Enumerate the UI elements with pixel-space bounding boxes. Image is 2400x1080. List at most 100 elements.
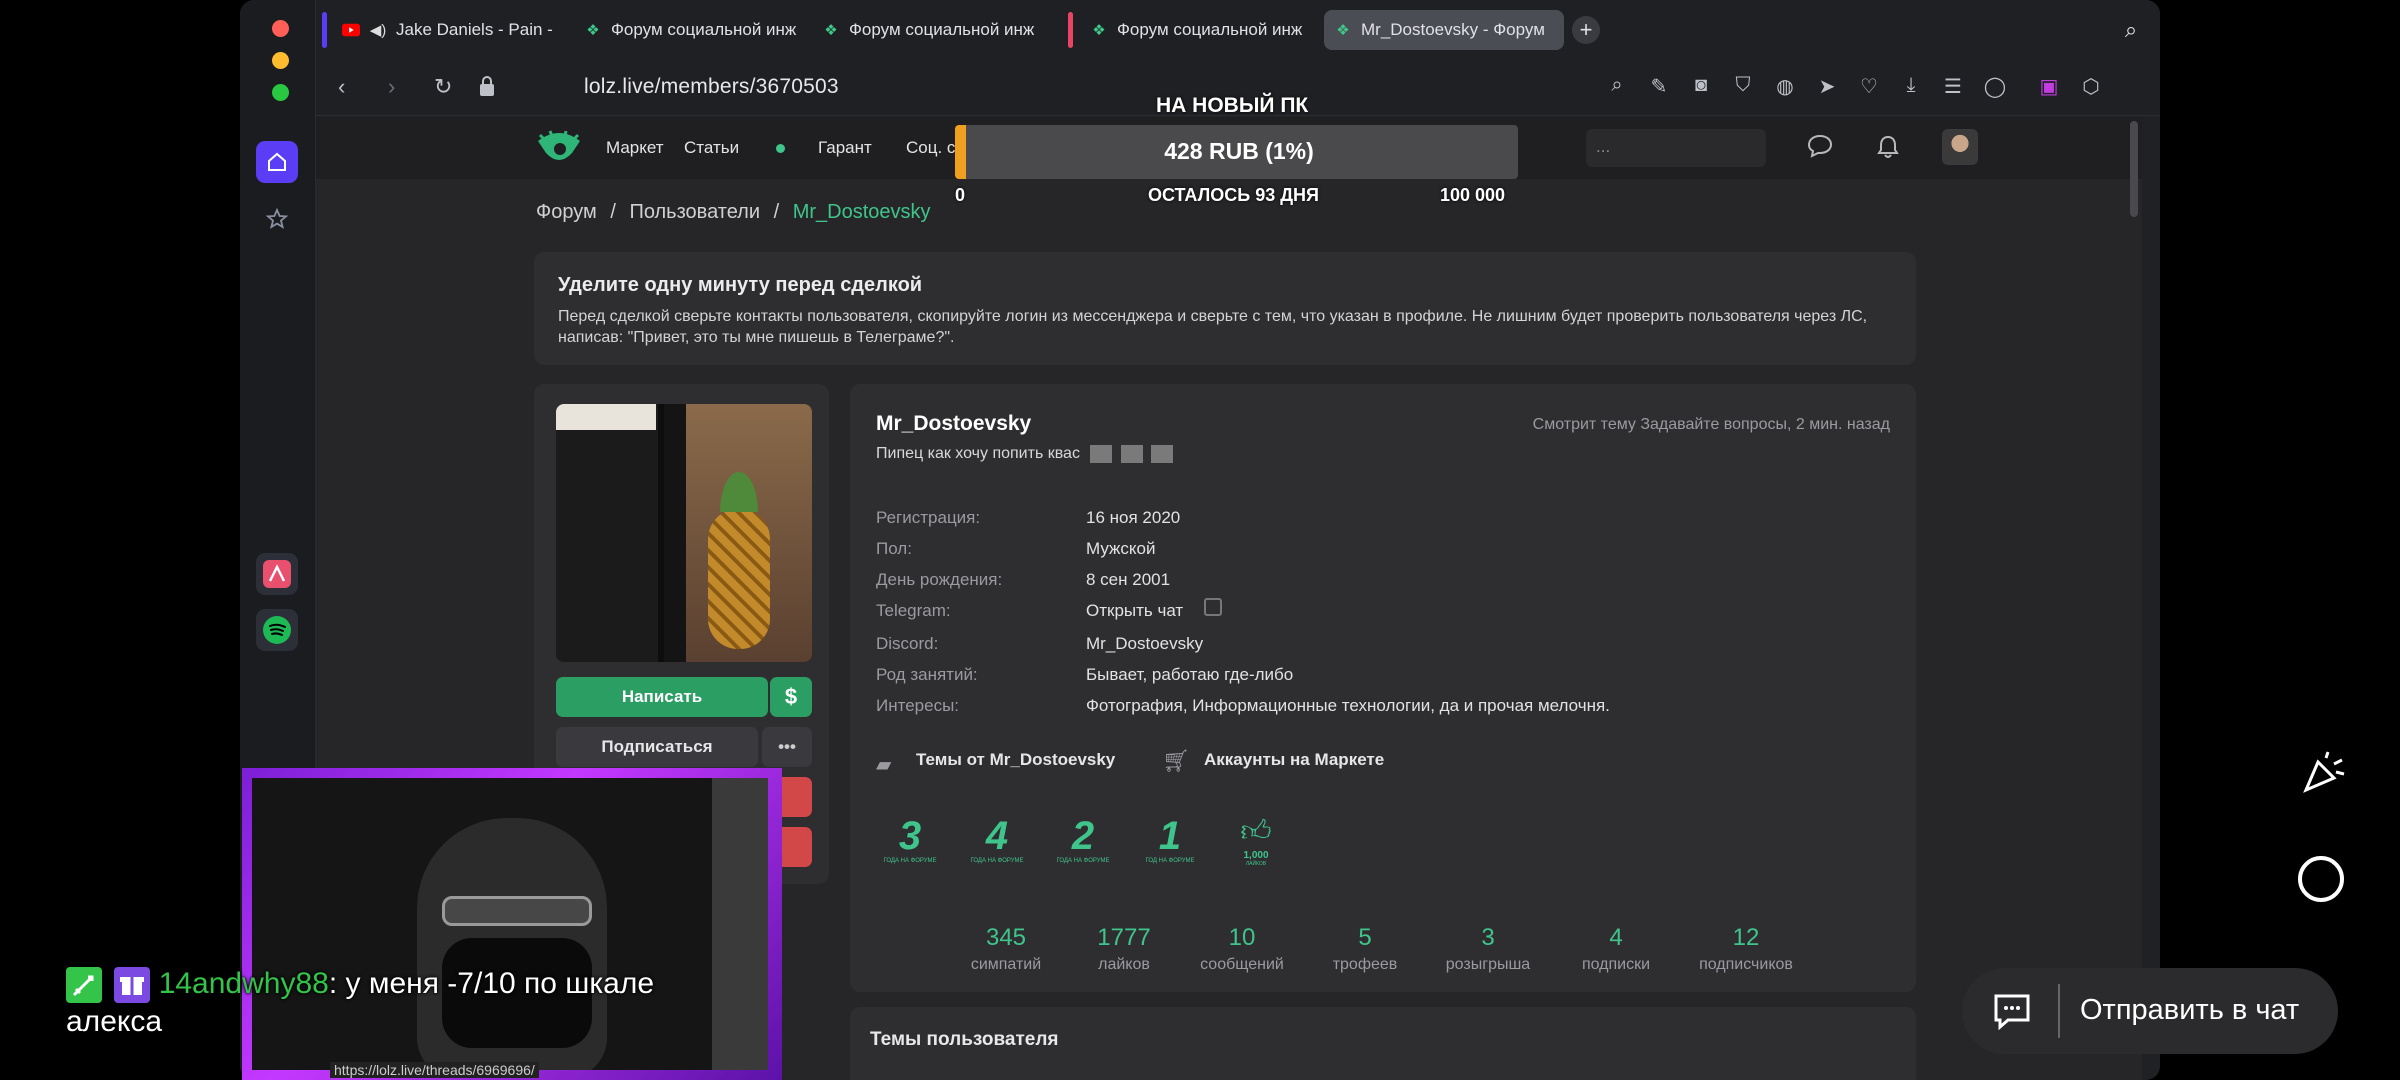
minimize-window-button[interactable] [272,52,289,69]
back-icon[interactable]: ‹ [338,74,345,100]
tab-youtube[interactable]: ◀) Jake Daniels - Pain - [332,10,572,50]
extension-icon[interactable]: ▣ [2036,74,2062,100]
breadcrumb-current[interactable]: Mr_Dostoevsky [793,201,931,223]
info-label: Discord: [876,634,939,653]
lolz-icon: ❖ [1092,22,1106,39]
breadcrumb-users[interactable]: Пользователи [629,201,760,223]
breadcrumb-forum[interactable]: Форум [536,201,597,223]
home-icon[interactable] [256,141,298,183]
market-accounts-link[interactable]: Аккаунты на Маркете [1204,750,1384,770]
info-value-occupation: Бывает, работаю где-либо [1086,665,1294,684]
favorites-icon[interactable] [256,198,298,240]
stat-label[interactable]: сообщений [1187,956,1297,974]
cart-icon: 🛒︎ [1162,748,1190,773]
trophy-badge[interactable]: 4 ГОДА НА ФОРУМЕ [967,814,1027,878]
stat-value: 4 [1609,924,1623,951]
user-topics-link[interactable]: Темы от Mr_Dostoevsky [916,750,1115,770]
dollar-icon[interactable]: $ [770,677,812,717]
info-value-interests: Фотография, Информационные технологии, д… [1086,696,1610,715]
stat-label[interactable]: симпатий [951,956,1061,974]
send-to-chat-label: Отправить в чат [2080,994,2300,1026]
stat-value: 3 [1481,924,1495,951]
spotify-icon[interactable] [256,609,298,651]
send-icon[interactable]: ➤ [1814,74,1840,100]
reload-icon[interactable]: ↻ [434,74,452,100]
chat-bubble-icon: ▰ [876,754,892,776]
url-field[interactable]: lolz.live/members/3670503 [584,75,839,99]
stat-label[interactable]: розыгрыша [1433,956,1543,974]
tab-forum-2[interactable]: ❖ Форум социальной инж [812,10,1052,50]
trophy-badge[interactable]: 1 ГОД НА ФОРУМЕ [1140,814,1200,878]
forward-icon[interactable]: › [388,74,395,100]
user-topics-card: Темы пользователя [850,1007,1916,1080]
telegram-open-chat-link[interactable]: Открыть чат [1086,601,1183,621]
search-tabs-icon[interactable]: ⌕ [2116,10,2146,50]
chat-bubble-icon[interactable] [1807,134,1833,165]
search-input[interactable]: ... [1586,129,1766,167]
stat-label[interactable]: трофеев [1310,956,1420,974]
stat-label[interactable]: лайков [1069,956,1179,974]
profile-icon[interactable]: ◯ [1982,74,2008,100]
shield-icon[interactable]: ⛉ [1730,74,1756,100]
app-shortcut-icon[interactable] [256,553,298,595]
divider [2058,984,2060,1038]
stat-label[interactable]: подписчиков [1691,956,1801,974]
heart-icon[interactable]: ♡ [1856,74,1882,100]
profile-avatar-image [556,404,812,662]
party-popper-icon[interactable] [2300,748,2348,801]
subscribe-button[interactable]: Подписаться [556,727,758,767]
trophy-badge[interactable]: 2 ГОДА НА ФОРУМЕ [1053,814,1113,878]
site-logo-icon[interactable] [536,129,582,174]
menu-icon[interactable]: ☰ [1940,74,1966,100]
info-label: Род занятий: [876,665,978,684]
bell-icon[interactable] [1876,134,1900,167]
chat-icon [1992,992,2032,1035]
copy-icon[interactable] [1204,598,1222,616]
camera-icon[interactable]: ◙ [1688,74,1714,100]
user-avatar[interactable] [1942,129,1978,165]
new-articles-dot [776,144,785,153]
tab-forum-3[interactable]: ❖ Форум социальной инж [1080,10,1320,50]
vpn-icon[interactable]: ◍ [1772,74,1798,100]
nav-market[interactable]: Маркет [606,138,664,158]
lolz-icon: ❖ [824,22,838,39]
maximize-window-button[interactable] [272,84,289,101]
stat-value: 5 [1358,924,1372,951]
chat-text: : у меня -7/10 по шкале алекса [66,967,655,1039]
new-tab-button[interactable]: + [1572,16,1600,44]
info-value-gender: Мужской [1086,539,1156,558]
profile-activity[interactable]: Смотрит тему Задавайте вопросы, 2 мин. н… [1533,416,1890,434]
write-message-button[interactable]: Написать [556,677,768,717]
page-scrollbar[interactable] [2130,121,2138,217]
timer-icon[interactable] [2298,856,2344,902]
stat-value: 10 [1228,924,1256,951]
box-icon[interactable]: ⬡ [2078,74,2104,100]
thumbs-up-icon: 👍︎ [1240,815,1272,848]
send-to-chat-button[interactable]: Отправить в чат [1962,968,2338,1054]
nav-guarantee[interactable]: Гарант [818,138,872,158]
info-label: Пол: [876,539,912,558]
lock-icon[interactable] [478,75,496,103]
stat-value: 345 [985,924,1027,951]
speaker-icon[interactable]: ◀) [369,21,387,39]
more-options-button[interactable]: ••• [762,727,812,767]
tab-forum-1[interactable]: ❖ Форум социальной инж [574,10,810,50]
edit-icon[interactable]: ✎ [1646,74,1672,100]
stat-value: 1777 [1097,924,1151,951]
close-window-button[interactable] [272,20,289,37]
zoom-icon[interactable]: ⌕ [1604,74,1630,100]
chat-username[interactable]: 14andwhy88 [159,967,329,1000]
nav-articles[interactable]: Статьи [684,138,739,158]
tab-active-profile[interactable]: ❖ Mr_Dostoevsky - Форум [1324,10,1564,50]
nav-social[interactable]: Соц. с [906,138,955,158]
donation-goal-bar: 428 RUB (1%) [955,125,1518,179]
donation-max: 100 000 [1440,185,1506,205]
trophy-likes-badge[interactable]: 👍︎ 1,000 ЛАЙКОВ [1226,814,1286,878]
info-label: Telegram: [876,601,951,620]
stat-label[interactable]: подписки [1561,956,1671,974]
info-value-discord: Mr_Dostoevsky [1086,634,1204,653]
info-value-registration: 16 ноя 2020 [1086,508,1181,527]
download-icon[interactable]: ⤓ [1898,74,1924,100]
tab-group-marker [1068,12,1073,48]
trophy-badge[interactable]: 3 ГОДА НА ФОРУМЕ [880,814,940,878]
